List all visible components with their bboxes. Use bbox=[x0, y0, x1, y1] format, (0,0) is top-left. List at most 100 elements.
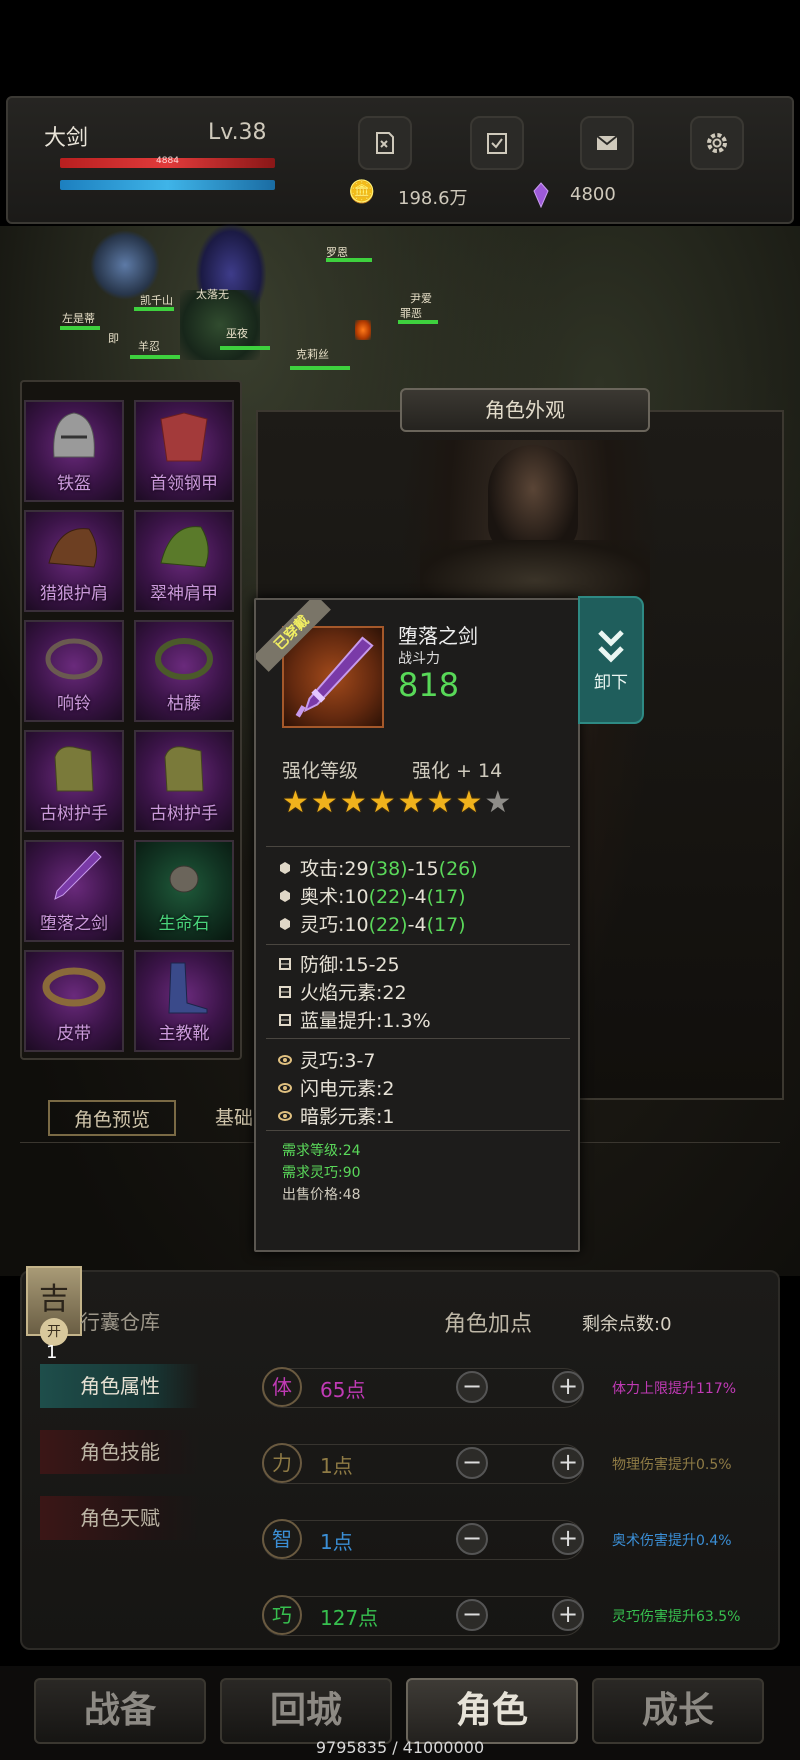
nav-return-town[interactable]: 回城 bbox=[220, 1678, 392, 1744]
npc-label[interactable]: 即 bbox=[108, 330, 119, 346]
gauntlet-icon bbox=[164, 746, 204, 792]
socket-stat: 暗影元素:1 bbox=[278, 1102, 395, 1129]
equipment-slot-label: 猎狼护肩 bbox=[40, 584, 108, 604]
star-icon: ★ bbox=[426, 785, 454, 820]
power-label: 战斗力 bbox=[398, 651, 440, 667]
equipment-slot[interactable]: 古树护手 bbox=[134, 730, 234, 832]
hexagon-icon bbox=[280, 861, 290, 874]
hp-text: 4884 bbox=[156, 156, 179, 166]
minus-button[interactable]: − bbox=[456, 1523, 488, 1555]
equipped-label: 已穿戴 bbox=[256, 600, 331, 672]
tab-base[interactable]: 基础 bbox=[214, 1100, 254, 1136]
equipment-slot-label: 首领钢甲 bbox=[150, 474, 218, 494]
extra-stat: 火焰元素:22 bbox=[278, 978, 407, 1005]
unequip-button[interactable]: 卸下 bbox=[578, 596, 644, 724]
required-dex: 需求灵巧:90 bbox=[282, 1165, 361, 1181]
socket-stat: 闪电元素:2 bbox=[278, 1074, 395, 1101]
bag-storage-label[interactable]: 行囊仓库 bbox=[80, 1306, 160, 1335]
npc-label[interactable]: 巫夜 bbox=[226, 325, 248, 341]
npc-label[interactable]: 凯千山 bbox=[140, 292, 173, 308]
npc-hp-bar bbox=[326, 258, 372, 262]
top-hud: 大剑 Lv.38 4884 🪙 198.6万 4800 bbox=[6, 96, 794, 224]
hero-head bbox=[488, 445, 578, 555]
checklist-button[interactable] bbox=[470, 116, 524, 170]
equipment-slot[interactable]: 古树护手 bbox=[24, 730, 124, 832]
npc-label[interactable]: 太落无 bbox=[196, 286, 229, 302]
equipment-slot[interactable]: 猎狼护肩 bbox=[24, 510, 124, 612]
remaining-points: 剩余点数:0 bbox=[582, 1314, 672, 1335]
player-name: 大剑 bbox=[44, 126, 89, 151]
hexagon-icon bbox=[280, 917, 290, 930]
armor-icon bbox=[160, 412, 208, 462]
plus-button[interactable]: + bbox=[552, 1599, 584, 1631]
side-tab-talents[interactable]: 角色天赋 bbox=[40, 1496, 200, 1540]
mail-button[interactable] bbox=[580, 116, 634, 170]
nav-growth[interactable]: 成长 bbox=[592, 1678, 764, 1744]
unequip-label: 卸下 bbox=[594, 672, 628, 693]
gem-icon bbox=[533, 182, 549, 208]
side-tab-attributes[interactable]: 角色属性 bbox=[40, 1364, 200, 1408]
equipment-slot[interactable]: 皮带 bbox=[24, 950, 124, 1052]
nav-character[interactable]: 角色 bbox=[406, 1678, 578, 1744]
attribute-effect: 物理伤害提升0.5% bbox=[612, 1457, 732, 1473]
badge-count: 1 bbox=[46, 1342, 58, 1363]
nav-equipment[interactable]: 战备 bbox=[34, 1678, 206, 1744]
plus-button[interactable]: + bbox=[552, 1523, 584, 1555]
plus-button[interactable]: + bbox=[552, 1371, 584, 1403]
equipment-slot[interactable]: 铁盔 bbox=[24, 400, 124, 502]
plus-button[interactable]: + bbox=[552, 1447, 584, 1479]
npc-label[interactable]: 羊忍 bbox=[138, 338, 160, 354]
base-stat: 灵巧:10(22)-4(17) bbox=[278, 910, 466, 937]
equipment-slot-label: 生命石 bbox=[158, 914, 210, 934]
attribute-icon: 体 bbox=[262, 1367, 302, 1407]
settings-button[interactable] bbox=[690, 116, 744, 170]
equipment-slot[interactable]: 生命石 bbox=[134, 840, 234, 942]
divider bbox=[266, 846, 570, 847]
settings-icon bbox=[707, 133, 727, 153]
attribute-value: 127点 bbox=[320, 1606, 379, 1630]
gauntlet-icon bbox=[54, 746, 94, 792]
equipment-slot[interactable]: 堕落之剑 bbox=[24, 840, 124, 942]
attribute-value: 65点 bbox=[320, 1378, 366, 1402]
side-tab-skills[interactable]: 角色技能 bbox=[40, 1430, 200, 1474]
attribute-icon: 巧 bbox=[262, 1595, 302, 1635]
equipment-slot-label: 翠神肩甲 bbox=[150, 584, 218, 604]
attribute-effect: 体力上限提升117% bbox=[612, 1381, 737, 1397]
enhance-label: 强化等级 bbox=[282, 760, 359, 782]
equipment-slot[interactable]: 主教靴 bbox=[134, 950, 234, 1052]
npc-hp-bar bbox=[130, 355, 180, 359]
equipment-slot[interactable]: 枯藤 bbox=[134, 620, 234, 722]
checklist-icon bbox=[487, 133, 507, 154]
divider bbox=[266, 1130, 570, 1131]
star-icon: ★ bbox=[310, 785, 338, 820]
equipment-slot[interactable]: 翠神肩甲 bbox=[134, 510, 234, 612]
boots-icon bbox=[168, 962, 208, 1014]
tab-role-preview[interactable]: 角色预览 bbox=[48, 1100, 176, 1136]
equipment-slot[interactable]: 首领钢甲 bbox=[134, 400, 234, 502]
gold-amount: 198.6万 bbox=[398, 188, 468, 209]
equipment-slot-label: 响铃 bbox=[57, 694, 91, 714]
npc-label[interactable]: 罪恶 bbox=[400, 305, 422, 321]
attribute-effect: 奥术伤害提升0.4% bbox=[612, 1533, 732, 1549]
attribute-row bbox=[262, 1444, 584, 1484]
minus-button[interactable]: − bbox=[456, 1599, 488, 1631]
npc-label[interactable]: 尹爱 bbox=[410, 290, 432, 306]
panel-title: 角色加点 bbox=[444, 1312, 533, 1337]
belt-icon bbox=[42, 967, 106, 1007]
attribute-icon: 力 bbox=[262, 1443, 302, 1483]
star-icon: ★ bbox=[397, 785, 425, 820]
quest-button[interactable] bbox=[358, 116, 412, 170]
item-tooltip: 已穿戴 堕落之剑 战斗力 818 强化等级 强化 + 14 ★ ★ ★ ★ ★ ★ ★ ★ 攻… bbox=[254, 598, 580, 1252]
base-stat: 奥术:10(22)-4(17) bbox=[278, 882, 466, 909]
minus-button[interactable]: − bbox=[456, 1371, 488, 1403]
npc-label[interactable]: 克莉丝 bbox=[296, 346, 329, 362]
attribute-row bbox=[262, 1520, 584, 1560]
npc-label[interactable]: 左是蒂 bbox=[62, 310, 95, 326]
minus-button[interactable]: − bbox=[456, 1447, 488, 1479]
required-level: 需求等级:24 bbox=[282, 1143, 361, 1159]
ring-icon bbox=[45, 638, 103, 680]
gem-amount: 4800 bbox=[570, 184, 616, 205]
attribute-icon: 智 bbox=[262, 1519, 302, 1559]
npc-hp-bar bbox=[398, 320, 438, 324]
equipment-slot[interactable]: 响铃 bbox=[24, 620, 124, 722]
